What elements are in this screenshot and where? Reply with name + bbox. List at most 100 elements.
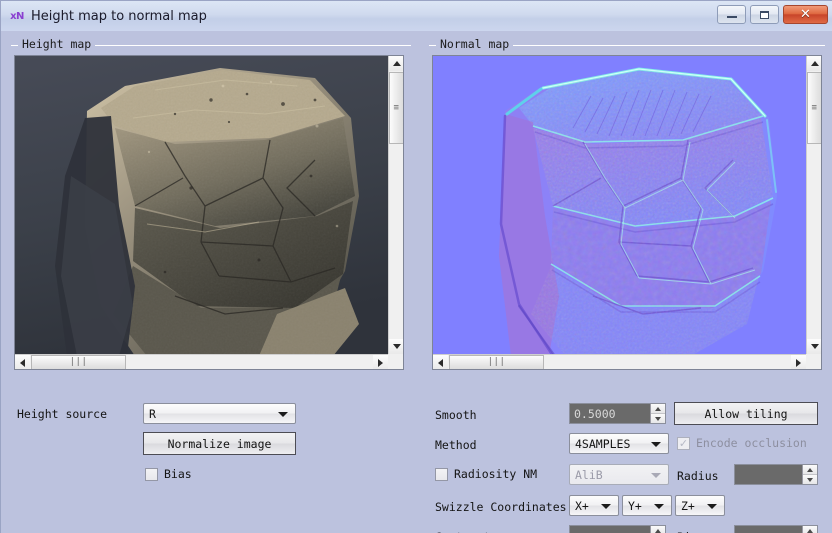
chevron-up-icon bbox=[392, 61, 401, 66]
maximize-icon bbox=[760, 10, 769, 19]
normal-map-vscrollbar[interactable]: ≡ bbox=[806, 56, 821, 354]
radius-label: Radius bbox=[677, 469, 719, 483]
height-map-groupbox: Height map bbox=[11, 37, 411, 51]
swizzle-z-combobox[interactable]: Z+ bbox=[675, 495, 725, 516]
chevron-right-icon bbox=[378, 358, 383, 367]
normal-map-vscroll-thumb[interactable]: ≡ bbox=[807, 72, 821, 144]
swizzle-y-value: Y+ bbox=[628, 498, 642, 513]
chevron-left-icon bbox=[20, 358, 25, 367]
height-map-canvas[interactable] bbox=[15, 56, 388, 354]
scroll-grip-icon: ≡ bbox=[811, 102, 818, 113]
chevron-right-icon bbox=[796, 358, 801, 367]
scroll-grip-icon: ≡ bbox=[393, 102, 400, 113]
chevron-down-icon bbox=[654, 503, 664, 509]
height-map-scroll-up-button[interactable] bbox=[389, 56, 403, 71]
swizzle-y-combobox[interactable]: Y+ bbox=[622, 495, 672, 516]
window-title: Height map to normal map bbox=[31, 8, 207, 24]
radius-decrement-button[interactable] bbox=[803, 475, 817, 484]
normal-map-image bbox=[433, 56, 806, 354]
swizzle-x-value: X+ bbox=[575, 498, 589, 513]
encode-occlusion-label: Encode occlusion bbox=[696, 436, 807, 450]
normal-map-scroll-down-button[interactable] bbox=[807, 339, 821, 354]
caret-down-icon bbox=[655, 416, 661, 421]
height-map-vscrollbar[interactable]: ≡ bbox=[388, 56, 403, 354]
bias-checkbox-label: Bias bbox=[164, 467, 192, 481]
window-controls: ✕ bbox=[717, 5, 828, 24]
radiosity-nm-checkbox[interactable]: Radiosity NM bbox=[435, 467, 537, 481]
smooth-increment-button[interactable] bbox=[651, 404, 665, 414]
contrast-spinner[interactable] bbox=[569, 525, 666, 533]
normal-map-scroll-corner bbox=[806, 354, 821, 369]
height-map-hscrollbar[interactable]: ||| bbox=[15, 354, 388, 369]
allow-tiling-button[interactable]: Allow tiling bbox=[674, 402, 818, 425]
title-bar[interactable]: xN Height map to normal map ✕ bbox=[1, 1, 832, 31]
swizzle-x-combobox[interactable]: X+ bbox=[569, 495, 619, 516]
method-combobox[interactable]: 4SAMPLES bbox=[569, 433, 669, 454]
smooth-spinner[interactable]: 0.5000 bbox=[569, 403, 666, 424]
maximize-button[interactable] bbox=[750, 5, 779, 24]
minimize-button[interactable] bbox=[717, 5, 746, 24]
normal-map-scroll-left-button[interactable] bbox=[433, 355, 448, 369]
chevron-down-icon bbox=[651, 441, 661, 447]
method-label: Method bbox=[435, 438, 477, 452]
bias-increment-button[interactable] bbox=[803, 526, 817, 533]
chevron-down-icon bbox=[278, 411, 288, 417]
normal-map-canvas[interactable] bbox=[433, 56, 806, 354]
normalize-image-label: Normalize image bbox=[167, 436, 272, 451]
minimize-icon bbox=[726, 11, 737, 18]
height-map-scroll-down-button[interactable] bbox=[389, 339, 403, 354]
height-source-combobox[interactable]: R bbox=[143, 403, 296, 424]
normal-map-hscrollbar[interactable]: ||| bbox=[433, 354, 806, 369]
height-map-scroll-corner bbox=[388, 354, 403, 369]
height-map-viewer[interactable]: ≡ ||| bbox=[14, 55, 404, 370]
normal-map-viewer[interactable]: ≡ ||| bbox=[432, 55, 822, 370]
caret-up-icon bbox=[655, 528, 661, 533]
close-button[interactable]: ✕ bbox=[783, 5, 828, 24]
normal-map-groupbox: Normal map bbox=[429, 37, 825, 51]
normalize-image-button[interactable]: Normalize image bbox=[143, 432, 296, 455]
swizzle-coordinates-label: Swizzle Coordinates bbox=[435, 500, 567, 514]
normal-map-scroll-up-button[interactable] bbox=[807, 56, 821, 71]
caret-up-icon bbox=[807, 467, 813, 472]
bias-checkbox-left[interactable]: Bias bbox=[145, 467, 192, 481]
radiosity-mode-value: AliB bbox=[575, 467, 603, 482]
height-map-vscroll-thumb[interactable]: ≡ bbox=[389, 72, 403, 144]
height-map-group-label: Height map bbox=[18, 37, 96, 51]
encode-occlusion-checkbox: ✓ Encode occlusion bbox=[677, 436, 807, 450]
smooth-label: Smooth bbox=[435, 408, 477, 422]
swizzle-z-value: Z+ bbox=[681, 498, 695, 513]
height-source-label: Height source bbox=[17, 407, 108, 421]
height-map-image bbox=[15, 56, 388, 354]
chevron-down-icon bbox=[392, 344, 401, 349]
checkbox-box bbox=[145, 467, 158, 481]
radius-spinner-buttons[interactable] bbox=[802, 465, 817, 484]
bias-spinner-buttons[interactable] bbox=[802, 526, 817, 533]
height-map-scroll-left-button[interactable] bbox=[15, 355, 30, 369]
dialog-client-area: Height map ≡ ||| Height source R Normali… bbox=[1, 31, 832, 533]
caret-up-icon bbox=[655, 406, 661, 411]
contrast-increment-button[interactable] bbox=[651, 526, 665, 533]
contrast-spinner-buttons[interactable] bbox=[650, 526, 665, 533]
height-map-scroll-right-button[interactable] bbox=[373, 355, 388, 369]
normal-map-hscroll-thumb[interactable]: ||| bbox=[449, 355, 544, 369]
chevron-down-icon bbox=[651, 472, 661, 478]
smooth-spinner-buttons[interactable] bbox=[650, 404, 665, 423]
chevron-down-icon bbox=[707, 503, 717, 509]
chevron-down-icon bbox=[601, 503, 611, 509]
radius-spinner[interactable] bbox=[734, 464, 818, 485]
normal-map-group-label: Normal map bbox=[436, 37, 514, 51]
scroll-grip-icon: ||| bbox=[487, 357, 506, 367]
close-icon: ✕ bbox=[800, 7, 811, 22]
chevron-down-icon bbox=[810, 344, 819, 349]
height-source-value: R bbox=[149, 406, 156, 421]
checkbox-box bbox=[435, 467, 448, 481]
smooth-value: 0.5000 bbox=[574, 406, 616, 421]
dialog-window: xN Height map to normal map ✕ Height map bbox=[0, 0, 832, 533]
smooth-decrement-button[interactable] bbox=[651, 414, 665, 423]
height-map-hscroll-thumb[interactable]: ||| bbox=[31, 355, 126, 369]
radiosity-nm-label: Radiosity NM bbox=[454, 467, 538, 481]
bias-spinner[interactable] bbox=[734, 525, 818, 533]
radius-increment-button[interactable] bbox=[803, 465, 817, 475]
app-icon-xn: xN bbox=[10, 10, 24, 22]
normal-map-scroll-right-button[interactable] bbox=[791, 355, 806, 369]
